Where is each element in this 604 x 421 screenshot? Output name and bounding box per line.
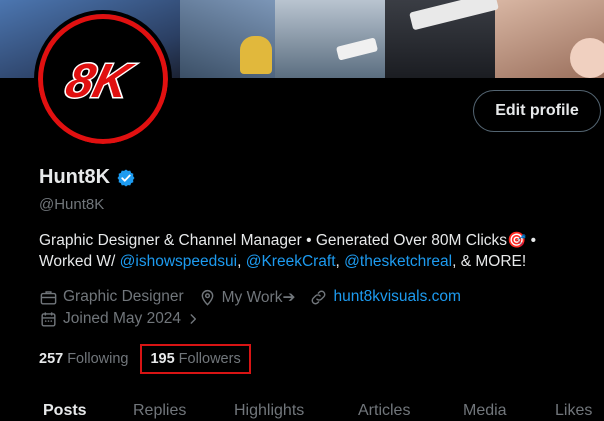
banner-tile <box>240 36 272 74</box>
handle: @Hunt8K <box>39 196 105 213</box>
bio-text: • <box>526 232 537 249</box>
briefcase-icon <box>40 290 57 305</box>
bio-line-2: Worked W/ @ishowspeedsui, @KreekCraft, @… <box>39 253 527 270</box>
followers-count: 195 <box>150 351 175 367</box>
tab-likes[interactable]: Likes <box>555 402 592 420</box>
following-label: Following <box>67 351 129 367</box>
tab-articles[interactable]: Articles <box>358 402 410 420</box>
target-emoji-icon: 🎯 <box>507 232 527 249</box>
joined-text: Joined May 2024 <box>63 310 182 327</box>
bio: Graphic Designer & Channel Manager • Gen… <box>39 230 604 272</box>
edit-profile-button[interactable]: Edit profile <box>473 90 601 132</box>
bio-text: , & MORE! <box>452 253 527 270</box>
joined-item[interactable]: Joined May 2024 <box>39 310 200 329</box>
follow-stats: 257 Following 195 Followers <box>39 344 251 374</box>
location-text: My Work➔ <box>221 288 296 306</box>
chevron-right-icon <box>190 314 197 324</box>
display-name: Hunt8K <box>39 166 111 188</box>
banner-tile <box>570 38 604 78</box>
mention-link[interactable]: @thesketchreal <box>344 253 452 270</box>
tab-highlights[interactable]: Highlights <box>234 402 304 420</box>
tab-replies[interactable]: Replies <box>133 402 186 420</box>
tab-media[interactable]: Media <box>463 402 507 420</box>
avatar[interactable]: 8K <box>34 10 172 148</box>
profile-meta: Graphic Designer My Work➔ hunt8kvisuals.… <box>39 286 475 330</box>
category-item: Graphic Designer <box>39 288 184 307</box>
tab-posts[interactable]: Posts <box>43 402 87 420</box>
category-text: Graphic Designer <box>63 288 184 305</box>
location-item: My Work➔ <box>198 288 296 307</box>
mention-link[interactable]: @ishowspeedsui <box>120 253 237 270</box>
followers-label: Followers <box>178 351 241 367</box>
website-link[interactable]: hunt8kvisuals.com <box>333 288 461 306</box>
calendar-icon <box>41 311 56 327</box>
location-pin-icon <box>201 289 213 306</box>
display-name-row: Hunt8K <box>39 166 136 189</box>
mention-link[interactable]: @KreekCraft <box>246 253 336 270</box>
following-link[interactable]: 257 Following <box>39 351 128 367</box>
link-icon <box>312 290 326 304</box>
bio-text: Graphic Designer & Channel Manager • Gen… <box>39 232 508 249</box>
website-item[interactable]: hunt8kvisuals.com <box>309 288 461 307</box>
avatar-ring <box>34 10 172 148</box>
bio-line-1: Graphic Designer & Channel Manager • Gen… <box>39 230 604 251</box>
followers-link[interactable]: 195 Followers <box>140 344 251 374</box>
following-count: 257 <box>39 351 64 367</box>
bio-text: Worked W/ <box>39 253 120 270</box>
profile-tabs: Posts Replies Highlights Articles Media … <box>0 398 604 421</box>
verified-badge-icon[interactable] <box>116 168 136 188</box>
